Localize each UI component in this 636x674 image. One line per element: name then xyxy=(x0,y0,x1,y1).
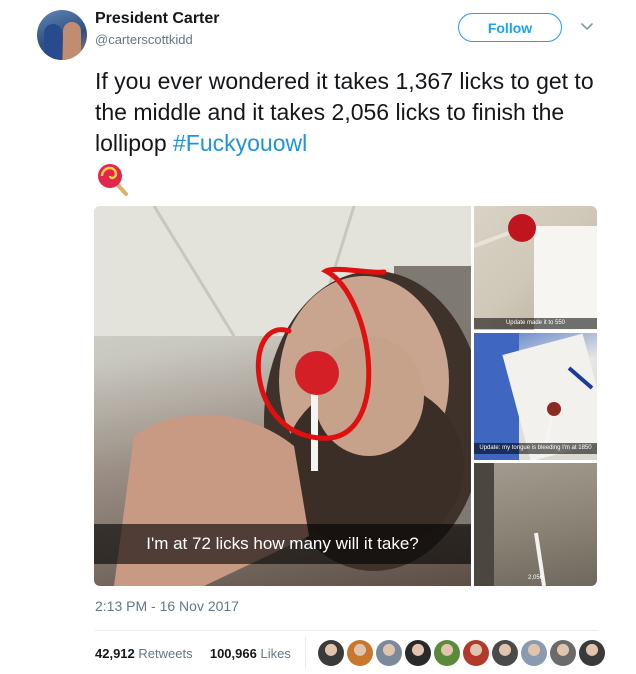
thumbnail-1[interactable]: Update made it to 550 xyxy=(474,206,597,330)
liker-avatars xyxy=(318,640,605,668)
retweets-label[interactable]: Retweets xyxy=(138,646,192,661)
liker-avatar[interactable] xyxy=(579,640,605,666)
thumbnail-2[interactable]: Update: my tongue is bleeding I'm at 185… xyxy=(474,333,597,460)
chevron-down-icon[interactable] xyxy=(580,20,594,34)
liker-avatar[interactable] xyxy=(492,640,518,666)
liker-avatar[interactable] xyxy=(318,640,344,666)
liker-avatar[interactable] xyxy=(347,640,373,666)
user-display-name[interactable]: President Carter xyxy=(95,10,220,28)
tweet-body: If you ever wondered it takes 1,367 lick… xyxy=(95,68,594,156)
hashtag-link[interactable]: #Fuckyouowl xyxy=(173,130,307,156)
liker-avatar[interactable] xyxy=(376,640,402,666)
tweet-text: If you ever wondered it takes 1,367 lick… xyxy=(95,66,615,159)
thumbnail-1-caption: Update made it to 550 xyxy=(474,318,597,329)
thumbnail-2-illustration xyxy=(474,333,597,460)
avatar-person-left xyxy=(44,24,62,60)
thumbnail-1-illustration xyxy=(474,214,597,330)
thumbnail-3-illustration xyxy=(474,463,546,586)
main-photo-caption: I'm at 72 licks how many will it take? xyxy=(94,524,471,564)
liker-avatar[interactable] xyxy=(521,640,547,666)
divider xyxy=(95,630,598,631)
lollipop-emoji-icon xyxy=(98,164,128,196)
tweet-timestamp[interactable]: 2:13 PM - 16 Nov 2017 xyxy=(95,598,239,614)
liker-avatar[interactable] xyxy=(550,640,576,666)
thumbnail-2-caption: Update: my tongue is bleeding I'm at 185… xyxy=(474,443,597,454)
tweet-media-grid: I'm at 72 licks how many will it take? U… xyxy=(94,206,597,586)
likes-count[interactable]: 100,966 xyxy=(210,646,257,661)
user-handle[interactable]: @carterscottkidd xyxy=(95,32,193,47)
avatar[interactable] xyxy=(37,10,87,60)
likes-label[interactable]: Likes xyxy=(260,646,290,661)
tweet-stats: 42,912 Retweets 100,966 Likes xyxy=(95,646,291,661)
liker-avatar[interactable] xyxy=(463,640,489,666)
follow-button[interactable]: Follow xyxy=(458,13,562,42)
liker-avatar[interactable] xyxy=(405,640,431,666)
avatar-person-right xyxy=(63,22,81,60)
thumbnail-3-caption: 2,056 xyxy=(527,575,543,581)
retweets-count[interactable]: 42,912 xyxy=(95,646,135,661)
main-photo[interactable]: I'm at 72 licks how many will it take? xyxy=(94,206,471,586)
liker-avatar[interactable] xyxy=(434,640,460,666)
stats-separator xyxy=(305,637,306,669)
thumbnail-3[interactable]: 2,056 xyxy=(474,463,597,586)
